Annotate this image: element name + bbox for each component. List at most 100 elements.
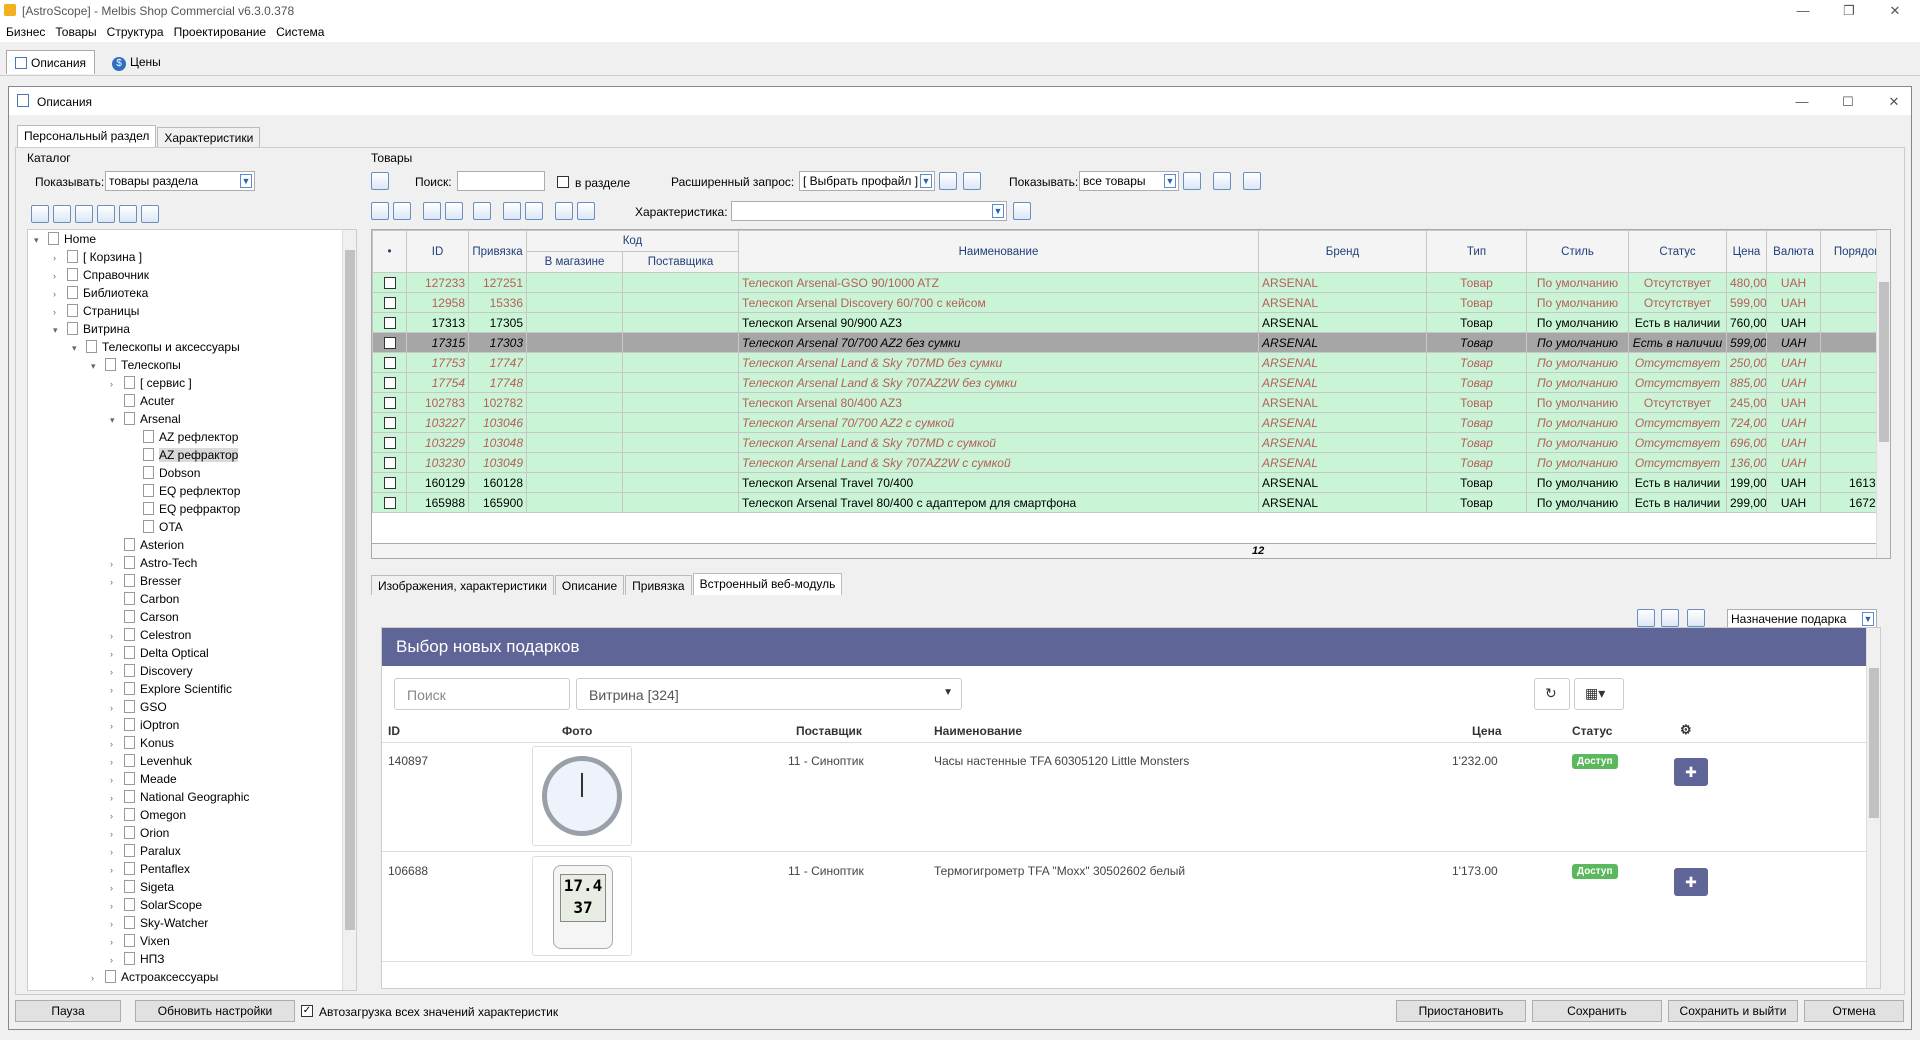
row-select-cell[interactable] (372, 372, 407, 393)
web-col-supplier[interactable]: Поставщик (796, 724, 862, 738)
row-checkbox[interactable] (383, 477, 396, 490)
expand-icon[interactable]: › (110, 667, 120, 677)
web-col-name[interactable]: Наименование (934, 724, 1022, 738)
dialog-maximize-icon[interactable]: ☐ (1825, 91, 1871, 113)
tree-item[interactable]: › Sky-Watcher (110, 916, 208, 934)
web-refresh-button[interactable]: ↻ (1534, 678, 1570, 710)
row-checkbox[interactable] (383, 417, 396, 430)
col-status[interactable]: Статус (1628, 230, 1727, 273)
tree-item[interactable]: › iOptron (110, 718, 179, 736)
expand-icon[interactable]: › (110, 793, 120, 803)
tree-item[interactable]: › GSO (110, 700, 167, 718)
dialog-close-icon[interactable]: ✕ (1871, 91, 1917, 113)
table-row[interactable]: 160129 160128 Телескоп Arsenal Travel 70/4… (372, 472, 1890, 493)
tree-item[interactable]: › Справочник (53, 268, 149, 286)
tree-item[interactable]: › Astro-Tech (110, 556, 197, 574)
expand-icon[interactable]: › (110, 649, 120, 659)
table-row[interactable]: 17753 17747 Телескоп Arsenal Land & Sky 70… (372, 352, 1890, 373)
row-checkbox[interactable] (383, 297, 396, 310)
col-code-store[interactable]: В магазине (526, 251, 623, 273)
tree-item[interactable]: EQ рефлектор (129, 484, 240, 502)
expand-icon[interactable]: › (110, 775, 120, 785)
minimize-icon[interactable]: — (1780, 0, 1826, 22)
tree-item[interactable]: › Vixen (110, 934, 170, 952)
col-dot[interactable]: • (372, 230, 407, 273)
restore-icon[interactable]: ❐ (1826, 0, 1872, 22)
tree-item[interactable]: AZ рефлектор (129, 430, 238, 448)
tab-images[interactable]: Изображения, характеристики (371, 575, 554, 595)
row-select-cell[interactable] (372, 492, 407, 513)
save-button[interactable]: Сохранить (1532, 1000, 1662, 1022)
select-gift-button[interactable]: ✚ (1674, 758, 1708, 786)
tree-item[interactable]: › Страницы (53, 304, 139, 322)
tree-item[interactable]: › Delta Optical (110, 646, 209, 664)
tree-scroll-thumb[interactable] (345, 250, 355, 930)
row-select-cell[interactable] (372, 432, 407, 453)
expand-icon[interactable]: › (53, 271, 63, 281)
tree-item[interactable]: › [ Корзина ] (53, 250, 142, 268)
tree-edit-icon[interactable] (75, 205, 93, 223)
expand-icon[interactable]: › (110, 847, 120, 857)
row-checkbox[interactable] (383, 397, 396, 410)
tree-item[interactable]: › Paralux (110, 844, 181, 862)
tree-item[interactable]: › НПЗ (110, 952, 165, 970)
table-row[interactable]: 17313 17305 Телескоп Arsenal 90/900 AZ3 ARS… (372, 312, 1890, 333)
refresh-icon[interactable] (1213, 172, 1231, 190)
tree-item[interactable]: › Pentaflex (110, 862, 190, 880)
table-row[interactable]: 17315 17303 Телескоп Arsenal 70/700 AZ2 бе… (372, 332, 1890, 353)
expand-icon[interactable]: › (110, 883, 120, 893)
tree-item[interactable]: › Meade (110, 772, 177, 790)
table-row[interactable]: 103230 103049 Телескоп Arsenal Land & Sky … (372, 452, 1890, 473)
row-delete-icon[interactable] (473, 202, 491, 220)
tree-item[interactable]: ▾ Arsenal (110, 412, 181, 430)
tree-item[interactable]: › Библиотека (53, 286, 148, 304)
tree-item[interactable]: Carson (110, 610, 179, 628)
module-tab-descriptions[interactable]: Описания (6, 50, 96, 74)
web-back-icon[interactable] (1637, 609, 1655, 627)
tree-copy-icon[interactable] (53, 205, 71, 223)
tree-item[interactable]: OTA (129, 520, 183, 538)
expand-icon[interactable]: › (110, 739, 120, 749)
expand-icon[interactable]: › (110, 703, 120, 713)
tree-item[interactable]: › Konus (110, 736, 174, 754)
collapse-icon[interactable]: ▾ (72, 343, 82, 354)
expand-icon[interactable]: › (110, 901, 120, 911)
row-checkbox[interactable] (383, 277, 396, 290)
table-row[interactable]: 165988 165900 Телескоп Arsenal Travel 80/4… (372, 492, 1890, 513)
expand-icon[interactable]: › (91, 973, 101, 983)
gear-icon[interactable]: ⚙ (1680, 722, 1692, 738)
row-checkbox[interactable] (383, 337, 396, 350)
tree-item[interactable]: › Explore Scientific (110, 682, 232, 700)
menu-system[interactable]: Система (270, 22, 328, 39)
tab-web-module[interactable]: Встроенный веб-модуль (692, 573, 843, 595)
row-export-icon[interactable] (577, 202, 595, 220)
web-scrollbar[interactable] (1866, 628, 1880, 988)
row-view-icon[interactable] (445, 202, 463, 220)
row-copy-icon[interactable] (393, 202, 411, 220)
web-scroll-thumb[interactable] (1869, 668, 1879, 818)
tree-item[interactable]: Asterion (110, 538, 184, 556)
menu-structure[interactable]: Структура (101, 22, 168, 39)
tree-item[interactable]: ▾ Телескопы (91, 358, 181, 376)
expand-icon[interactable]: › (110, 937, 120, 947)
cancel-button[interactable]: Отмена (1804, 1000, 1904, 1022)
products-grid[interactable]: • ID Привязка Код Наименование Бренд Тип… (371, 229, 1891, 559)
tree-item[interactable]: › [ сервис ] (110, 376, 192, 394)
collapse-icon[interactable]: ▾ (53, 325, 63, 336)
col-type[interactable]: Тип (1426, 230, 1527, 273)
suspend-button[interactable]: Приостановить (1396, 1000, 1526, 1022)
module-tab-prices[interactable]: $ Цены (104, 50, 169, 74)
tab-characteristics[interactable]: Характеристики (157, 127, 261, 147)
tree-item[interactable]: EQ рефрактор (129, 502, 240, 520)
tree-item[interactable]: Acuter (110, 394, 175, 412)
expand-icon[interactable]: › (110, 865, 120, 875)
expand-icon[interactable]: › (110, 379, 120, 389)
in-section-checkbox[interactable] (557, 176, 569, 188)
tree-item[interactable]: AZ рефрактор (129, 448, 239, 466)
calculator-icon[interactable] (1243, 172, 1261, 190)
tree-item[interactable]: › Orion (110, 826, 169, 844)
row-checkbox[interactable] (383, 497, 396, 510)
tree-item[interactable]: Carbon (110, 592, 179, 610)
row-import-icon[interactable] (555, 202, 573, 220)
table-row[interactable]: 103229 103048 Телескоп Arsenal Land & Sky … (372, 432, 1890, 453)
